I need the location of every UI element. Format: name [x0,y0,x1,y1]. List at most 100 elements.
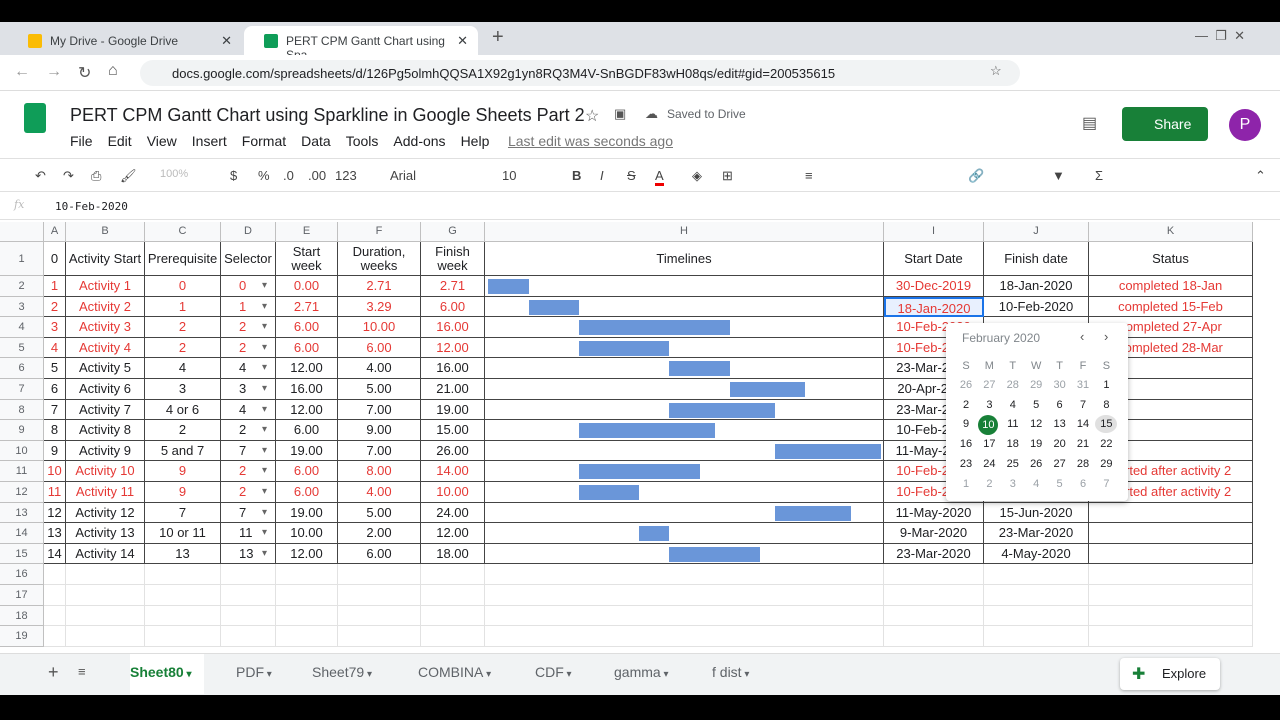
empty-cell[interactable] [421,626,485,647]
data-cell[interactable]: 4 [145,358,221,379]
empty-cell[interactable] [66,564,145,585]
row-header[interactable]: 13 [0,502,44,524]
calendar-day[interactable]: 4 [1025,475,1047,493]
calendar-day[interactable]: 2 [978,475,1000,493]
sheet-menu-arrow-icon[interactable]: ▾ [364,669,372,680]
empty-cell[interactable] [276,626,338,647]
data-cell[interactable]: 6 [44,379,66,400]
column-header-K[interactable]: K [1089,222,1253,242]
sheet-menu-arrow-icon[interactable]: ▾ [264,669,272,680]
data-cell[interactable]: completed 18-Jan [1089,276,1253,297]
data-cell[interactable]: Activity 8 [66,420,145,441]
data-cell[interactable]: 9 [145,482,221,503]
italic-button[interactable]: I [600,168,604,183]
data-cell[interactable]: 0 ▾ [221,276,276,297]
data-cell[interactable]: 4 or 6 [145,399,221,421]
empty-cell[interactable] [44,626,66,647]
data-cell[interactable]: Activity 2 [66,296,145,318]
data-cell[interactable]: 23-Mar-2020 [984,523,1089,544]
data-cell[interactable]: 2 ▾ [221,337,276,359]
empty-cell[interactable] [221,585,276,606]
dropdown-arrow-icon[interactable]: ▾ [262,379,267,399]
data-cell[interactable] [485,379,884,400]
data-cell[interactable]: Activity 10 [66,461,145,482]
more-formats-button[interactable]: 123 [335,168,357,183]
data-cell[interactable]: 12.00 [421,337,485,359]
data-cell[interactable]: 5.00 [338,379,421,400]
empty-cell[interactable] [44,605,66,627]
column-header-J[interactable]: J [984,222,1089,242]
empty-cell[interactable] [276,585,338,606]
header-cell[interactable]: Finish date [984,242,1089,276]
data-cell[interactable]: 6.00 [338,337,421,359]
menu-file[interactable]: File [70,133,93,149]
row-header[interactable]: 6 [0,358,44,379]
data-cell[interactable]: 12.00 [276,543,338,565]
sheet-tab-pdf[interactable]: PDF ▾ [236,664,272,680]
empty-cell[interactable] [984,564,1089,585]
data-cell[interactable]: 5 [44,358,66,379]
collapse-icon[interactable]: ⌃ [1255,168,1266,184]
data-cell[interactable] [485,358,884,379]
data-cell[interactable]: 0.00 [276,276,338,297]
paint-format-icon[interactable]: 🖌 [120,168,137,184]
row-header[interactable]: 8 [0,399,44,421]
data-cell[interactable]: 3 ▾ [221,379,276,400]
data-cell[interactable]: 6.00 [338,543,421,565]
calendar-day[interactable]: 15 [1095,415,1118,434]
dropdown-arrow-icon[interactable]: ▾ [262,503,267,523]
functions-icon[interactable]: Σ [1095,168,1103,183]
calendar-day[interactable]: 8 [1095,396,1117,414]
sheet-menu-arrow-icon[interactable]: ▾ [483,669,491,680]
calendar-day[interactable]: 27 [1049,455,1071,473]
sheets-logo[interactable] [24,103,46,133]
menu-view[interactable]: View [147,133,177,149]
data-cell[interactable] [485,296,884,318]
row-header[interactable]: 7 [0,379,44,400]
column-header-C[interactable]: C [145,222,221,242]
calendar-day[interactable]: 7 [1072,396,1094,414]
menu-edit[interactable]: Edit [108,133,132,149]
url-input[interactable]: docs.google.com/spreadsheets/d/126Pg5olm… [140,60,1020,86]
new-tab-icon[interactable]: + [492,26,504,49]
data-cell[interactable]: 16.00 [421,317,485,338]
data-cell[interactable]: 7 [145,502,221,524]
explore-button[interactable]: ✚ Explore [1120,658,1220,690]
share-button[interactable]: Share [1122,107,1208,141]
dropdown-arrow-icon[interactable]: ▾ [262,461,267,481]
empty-cell[interactable] [221,605,276,627]
empty-cell[interactable] [884,585,984,606]
dropdown-arrow-icon[interactable]: ▾ [262,420,267,440]
data-cell[interactable]: 6.00 [276,420,338,441]
header-cell[interactable]: Status [1089,242,1253,276]
data-cell[interactable]: Activity 11 [66,482,145,503]
data-cell[interactable]: 3.29 [338,296,421,318]
data-cell[interactable]: 7.00 [338,399,421,421]
data-cell[interactable]: 12.00 [276,399,338,421]
data-cell[interactable] [485,502,884,524]
strikethrough-button[interactable]: S [627,168,636,183]
calendar-day[interactable]: 1 [1095,376,1117,394]
data-cell[interactable]: 2 [145,420,221,441]
sheet-menu-arrow-icon[interactable]: ▾ [661,669,668,680]
calendar-day[interactable]: 30 [1049,376,1071,394]
data-cell[interactable]: 5 and 7 [145,440,221,462]
data-cell[interactable]: 4 [44,337,66,359]
empty-cell[interactable] [421,605,485,627]
sheet-tab-sheet80[interactable]: Sheet80 ▾ [130,654,204,694]
calendar-day[interactable]: 27 [978,376,1000,394]
data-cell[interactable]: 13 [145,543,221,565]
data-cell[interactable]: 13 [44,523,66,544]
data-cell[interactable]: 13 ▾ [221,543,276,565]
data-cell[interactable]: 2 ▾ [221,482,276,503]
text-color-button[interactable]: A [655,168,664,186]
data-cell[interactable]: Activity 4 [66,337,145,359]
row-header[interactable]: 2 [0,276,44,297]
empty-cell[interactable] [884,626,984,647]
calendar-day[interactable]: 31 [1072,376,1094,394]
close-icon[interactable]: ✕ [221,33,232,49]
calendar-day[interactable]: 29 [1095,455,1117,473]
calendar-day[interactable]: 2 [955,396,977,414]
row-header[interactable]: 15 [0,543,44,565]
avatar[interactable]: P [1229,109,1261,141]
